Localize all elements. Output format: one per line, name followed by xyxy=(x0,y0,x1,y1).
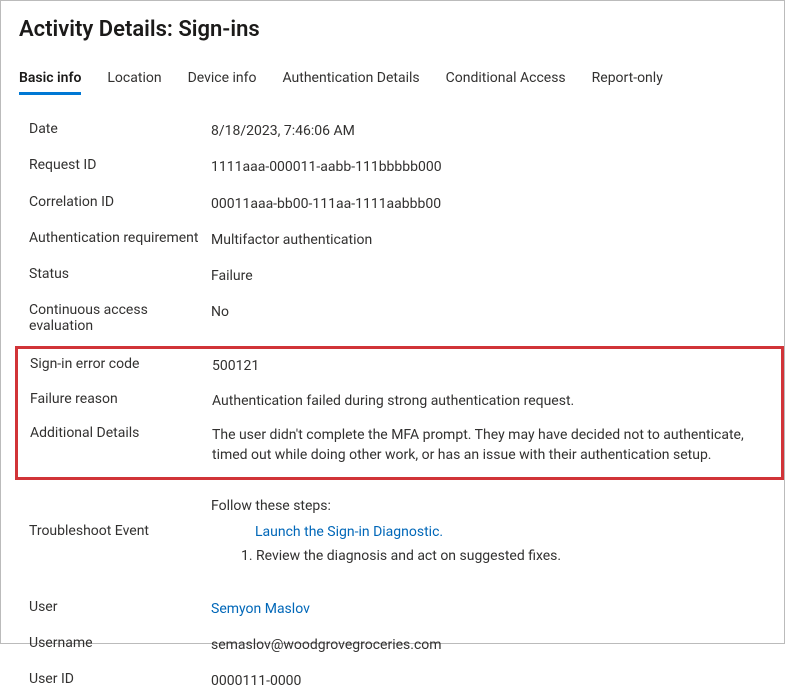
tab-device-info[interactable]: Device info xyxy=(188,70,257,95)
row-auth-requirement: Authentication requirement Multifactor a… xyxy=(29,222,766,258)
tab-location[interactable]: Location xyxy=(107,70,161,95)
error-highlight-box: Sign-in error code 500121 Failure reason… xyxy=(15,346,784,479)
value-additional-details: The user didn't complete the MFA prompt.… xyxy=(212,425,777,466)
label-status: Status xyxy=(29,266,211,282)
row-error-code: Sign-in error code 500121 xyxy=(30,349,777,383)
row-user: User Semyon Maslov xyxy=(29,591,766,627)
value-error-code: 500121 xyxy=(212,356,777,376)
value-correlation-id: 00011aaa-bb00-111aa-1111aabbb00 xyxy=(211,194,766,214)
row-request-id: Request ID 1111aaa-000011-aabb-111bbbbb0… xyxy=(29,149,766,185)
row-date: Date 8/18/2023, 7:46:06 AM xyxy=(29,113,766,149)
row-additional-details: Additional Details The user didn't compl… xyxy=(30,418,777,473)
value-status: Failure xyxy=(211,266,766,286)
row-cae: Continuous access evaluation No xyxy=(29,294,766,342)
launch-signin-diagnostic-link[interactable]: Launch the Sign-in Diagnostic. xyxy=(255,524,443,540)
tab-bar: Basic info Location Device info Authenti… xyxy=(19,70,766,95)
basic-info-fields: Date 8/18/2023, 7:46:06 AM Request ID 11… xyxy=(19,113,766,699)
label-troubleshoot: Troubleshoot Event xyxy=(29,496,211,567)
label-auth-requirement: Authentication requirement xyxy=(29,230,211,246)
value-date: 8/18/2023, 7:46:06 AM xyxy=(211,121,766,141)
activity-details-panel: Activity Details: Sign-ins Basic info Lo… xyxy=(1,1,784,699)
tab-basic-info[interactable]: Basic info xyxy=(19,70,81,95)
value-troubleshoot: Follow these steps: Launch the Sign-in D… xyxy=(211,496,766,567)
label-error-code: Sign-in error code xyxy=(30,356,212,372)
label-user: User xyxy=(29,599,211,615)
value-auth-requirement: Multifactor authentication xyxy=(211,230,766,250)
label-additional-details: Additional Details xyxy=(30,425,212,441)
row-failure-reason: Failure reason Authentication failed dur… xyxy=(30,384,777,418)
row-correlation-id: Correlation ID 00011aaa-bb00-111aa-1111a… xyxy=(29,186,766,222)
row-username: Username semaslov@woodgrovegroceries.com xyxy=(29,627,766,663)
page-title: Activity Details: Sign-ins xyxy=(19,17,766,42)
label-failure-reason: Failure reason xyxy=(30,391,212,407)
value-request-id: 1111aaa-000011-aabb-111bbbbb000 xyxy=(211,157,766,177)
value-username: semaslov@woodgrovegroceries.com xyxy=(211,635,766,655)
troubleshoot-intro: Follow these steps: xyxy=(211,496,766,516)
tab-conditional-access[interactable]: Conditional Access xyxy=(446,70,566,95)
label-date: Date xyxy=(29,121,211,137)
tab-authentication-details[interactable]: Authentication Details xyxy=(282,70,419,95)
value-failure-reason: Authentication failed during strong auth… xyxy=(212,391,777,411)
row-user-id: User ID 0000111-0000 xyxy=(29,663,766,699)
label-request-id: Request ID xyxy=(29,157,211,173)
row-troubleshoot: Troubleshoot Event Follow these steps: L… xyxy=(29,492,766,579)
label-user-id: User ID xyxy=(29,671,211,687)
tab-report-only[interactable]: Report-only xyxy=(592,70,663,95)
troubleshoot-step-1: 1. Review the diagnosis and act on sugge… xyxy=(241,546,766,566)
label-correlation-id: Correlation ID xyxy=(29,194,211,210)
user-link[interactable]: Semyon Maslov xyxy=(211,601,310,617)
value-user-id: 0000111-0000 xyxy=(211,671,766,691)
row-status: Status Failure xyxy=(29,258,766,294)
value-cae: No xyxy=(211,302,766,322)
label-username: Username xyxy=(29,635,211,651)
label-cae: Continuous access evaluation xyxy=(29,302,211,334)
